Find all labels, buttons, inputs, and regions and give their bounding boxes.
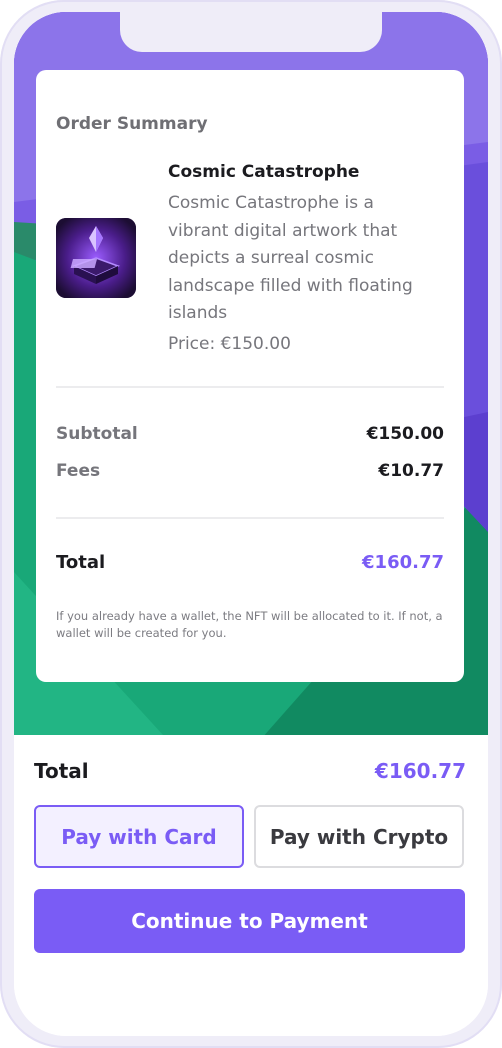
divider <box>56 517 444 519</box>
continue-to-payment-button[interactable]: Continue to Payment <box>34 889 465 953</box>
fees-label: Fees <box>56 461 101 481</box>
phone-notch <box>120 12 382 52</box>
phone-frame: Order Summary Cosmic Catastrophe Cosmic … <box>0 0 502 1048</box>
subtotal-value: €150.00 <box>366 424 444 444</box>
subtotal-label: Subtotal <box>56 424 138 444</box>
pay-with-crypto-button[interactable]: Pay with Crypto <box>254 805 464 868</box>
nft-artwork-thumbnail-icon <box>56 218 136 298</box>
divider <box>56 386 444 388</box>
pay-with-card-button[interactable]: Pay with Card <box>34 805 244 868</box>
product-price-line: Price: €150.00 <box>168 334 291 354</box>
product-description: Cosmic Catastrophe is a vibrant digital … <box>168 193 413 323</box>
fees-value: €10.77 <box>378 461 444 481</box>
order-summary-card: Order Summary Cosmic Catastrophe Cosmic … <box>36 70 464 682</box>
section-title: Order Summary <box>56 114 208 134</box>
price-label: Price: <box>168 334 216 354</box>
checkout-total-value: €160.77 <box>374 759 466 783</box>
checkout-panel: Total €160.77 Pay with Card Pay with Cry… <box>14 735 488 1036</box>
order-total-label: Total <box>56 552 106 573</box>
order-total-value: €160.77 <box>362 552 444 573</box>
checkout-total-label: Total <box>34 759 89 783</box>
phone-screen: Order Summary Cosmic Catastrophe Cosmic … <box>14 12 488 1036</box>
wallet-note: If you already have a wallet, the NFT wi… <box>56 609 443 640</box>
product-name: Cosmic Catastrophe <box>168 162 360 182</box>
product-price: €150.00 <box>220 334 291 354</box>
